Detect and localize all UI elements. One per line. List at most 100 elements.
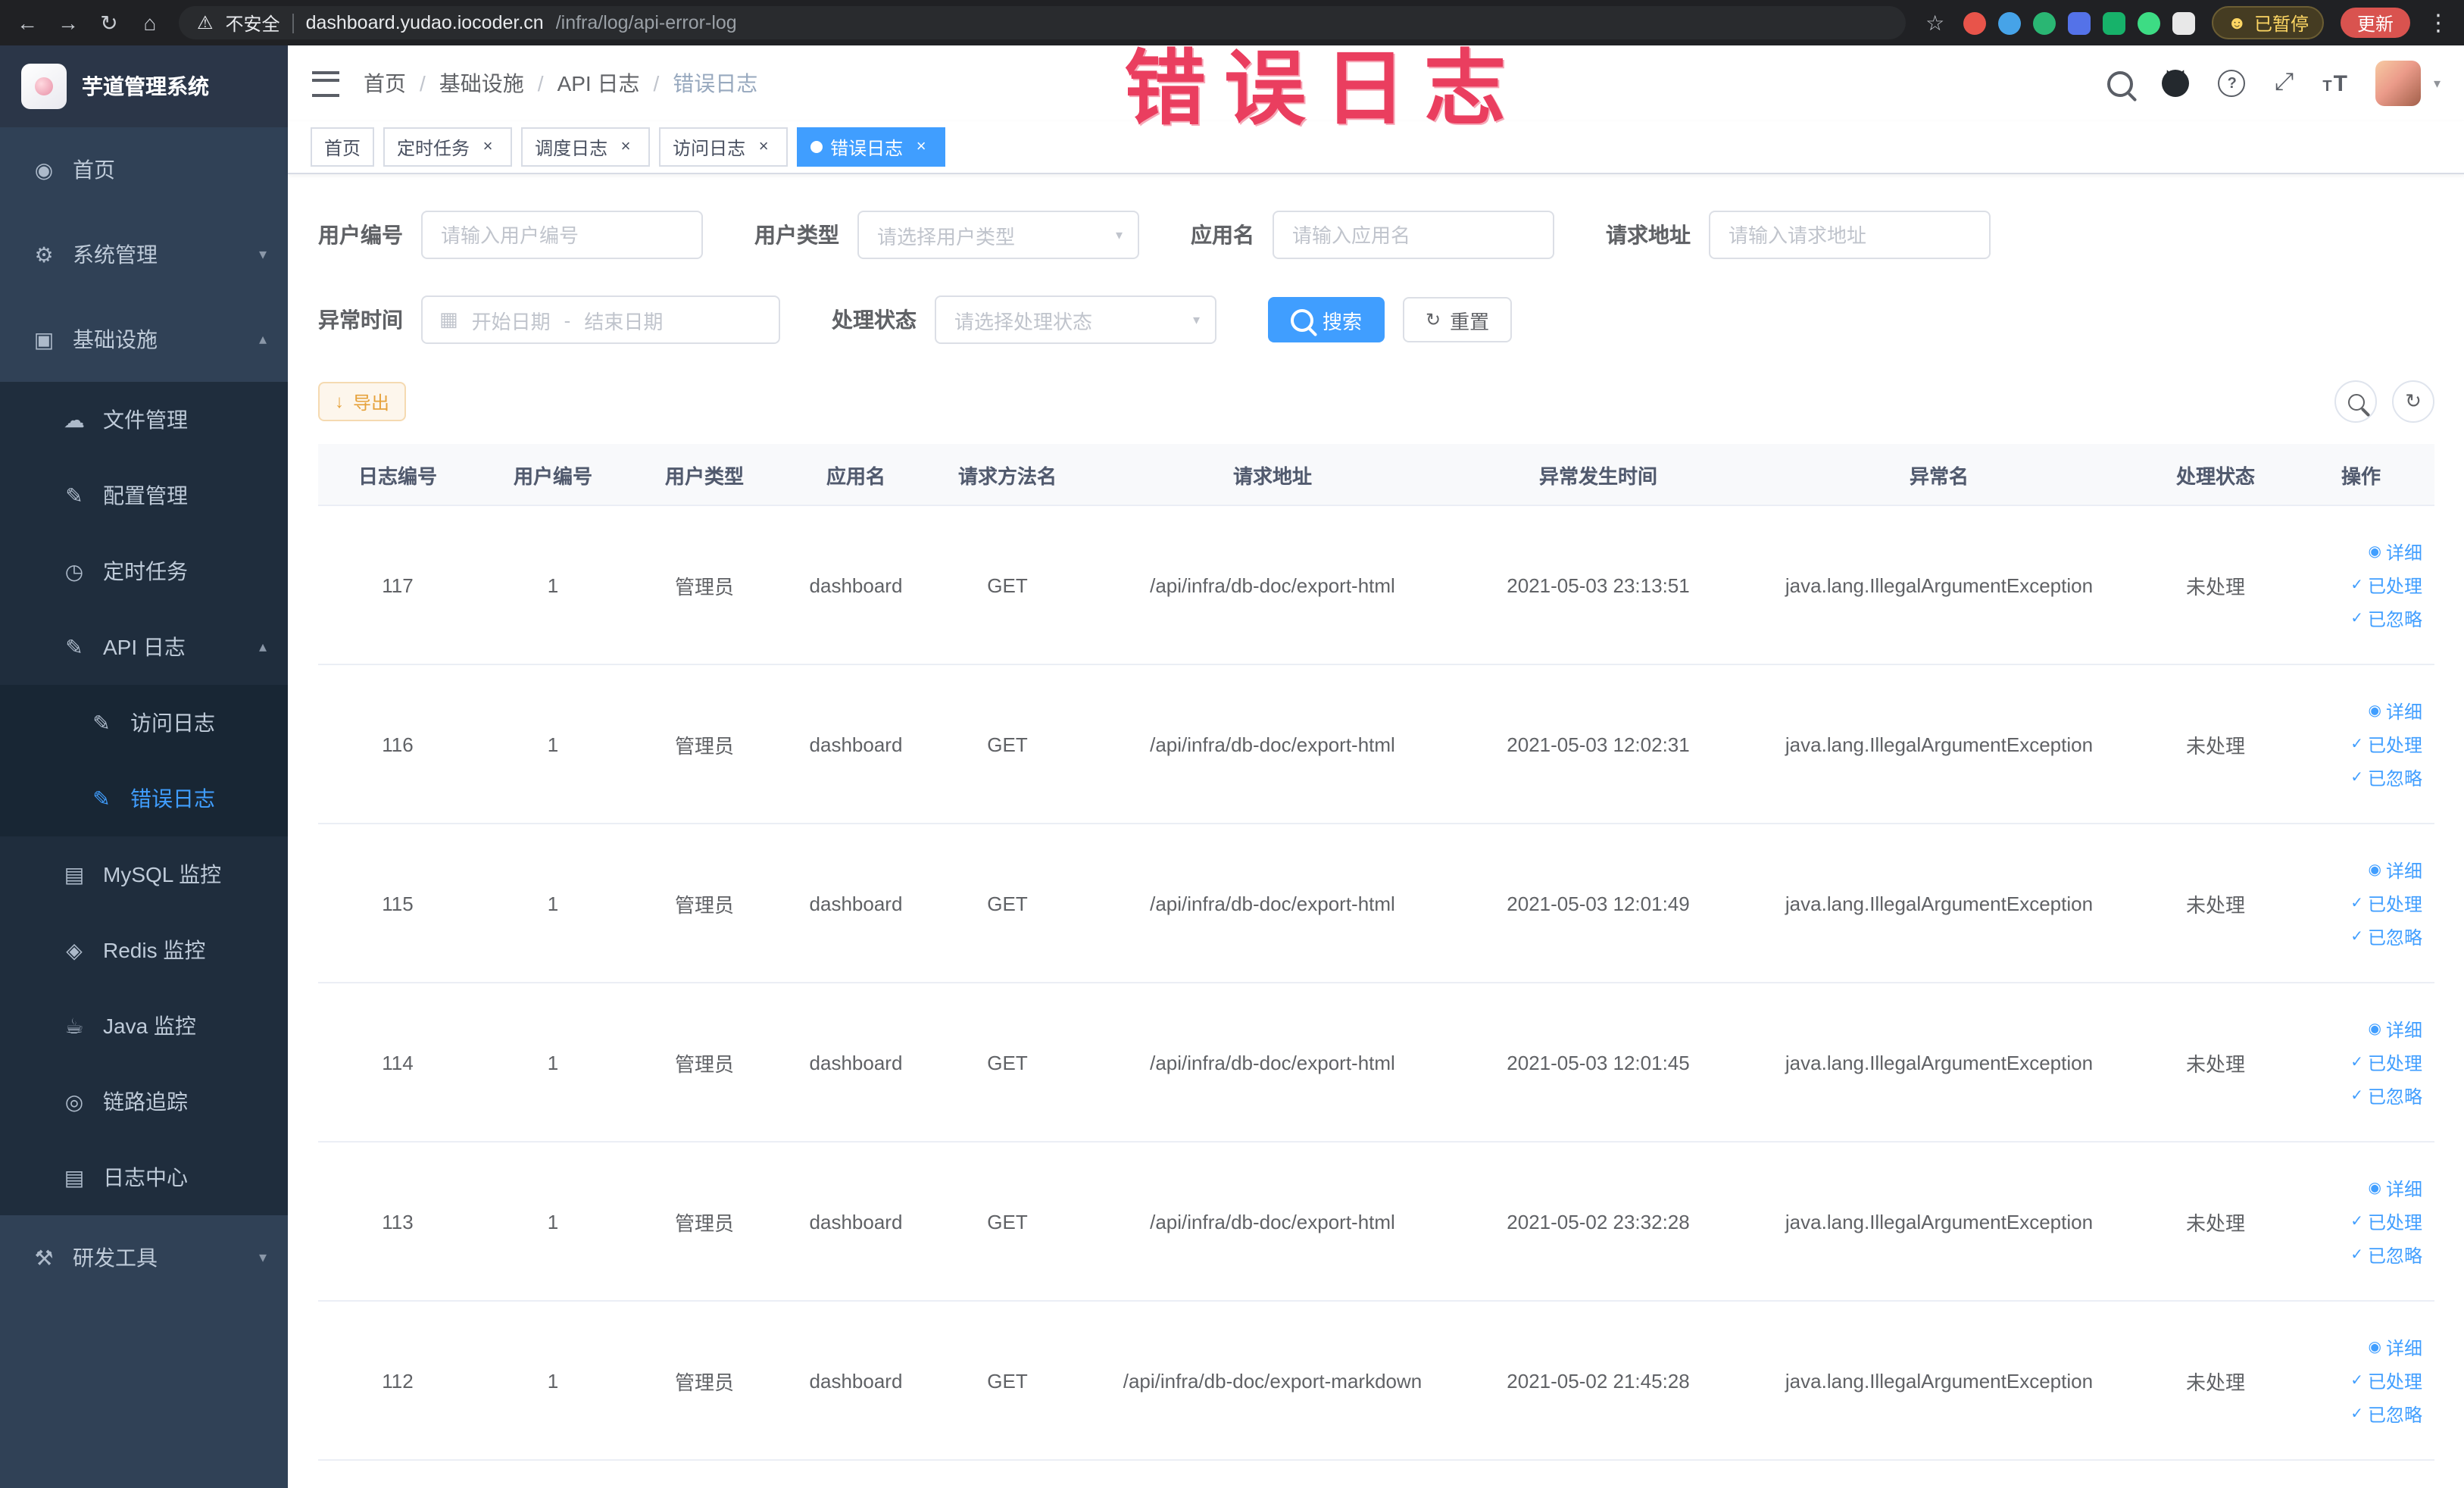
user-avatar[interactable] [2375, 61, 2422, 106]
action-mark-processed[interactable]: ✓ 已处理 [2350, 890, 2422, 916]
log-icon: ✎ [65, 634, 83, 658]
tab-home[interactable]: 首页 [311, 127, 375, 167]
close-icon[interactable]: × [753, 136, 774, 158]
cell-exception-name: java.lang.IllegalArgumentException [1785, 1051, 2094, 1074]
action-detail[interactable]: ◉ 详细 [2369, 539, 2423, 564]
refresh-icon: ↻ [2405, 389, 2422, 412]
avatar-caret-icon[interactable]: ▾ [2434, 75, 2441, 92]
app-title: 芋道管理系统 [82, 74, 209, 98]
reload-icon[interactable]: ↻ [97, 10, 121, 36]
user-id-input[interactable] [421, 211, 703, 259]
app-name-input[interactable] [1273, 211, 1554, 259]
cell-app-name: dashboard [809, 1210, 903, 1233]
sidebar-item-scheduled-jobs[interactable]: ◷ 定时任务 [0, 533, 288, 609]
sidebar-item-access-log[interactable]: ✎ 访问日志 [0, 685, 288, 761]
sidebar-item-file-mgmt[interactable]: ☁ 文件管理 [0, 382, 288, 458]
sidebar-item-system-mgmt[interactable]: ⚙ 系统管理 ▾ [0, 212, 288, 297]
column-header: 应用名 [826, 464, 885, 487]
action-mark-ignored[interactable]: ✓ 已忽略 [2350, 1083, 2422, 1108]
tab-schedule-log[interactable]: 调度日志 × [521, 127, 651, 167]
sidebar-item-dev-tools[interactable]: ⚒ 研发工具 ▾ [0, 1215, 288, 1300]
user-type-select[interactable]: 请选择用户类型 ▾ [857, 211, 1139, 259]
reset-button[interactable]: ↻ 重置 [1403, 297, 1513, 342]
sidebar-item-log-center[interactable]: ▤ 日志中心 [0, 1139, 288, 1215]
action-mark-ignored[interactable]: ✓ 已忽略 [2350, 1242, 2422, 1268]
font-size-icon[interactable]: TT [2322, 70, 2347, 96]
help-icon[interactable]: ? [2218, 70, 2246, 97]
toggle-search-button[interactable] [2334, 380, 2377, 423]
action-mark-ignored[interactable]: ✓ 已忽略 [2350, 605, 2422, 631]
chevron-down-icon: ▾ [258, 1249, 267, 1266]
search-icon[interactable] [2107, 70, 2134, 96]
extension-icon[interactable] [1963, 11, 1987, 34]
action-mark-processed[interactable]: ✓ 已处理 [2350, 1208, 2422, 1234]
filter-app-name: 应用名 [1191, 211, 1554, 259]
column-header: 请求方法名 [957, 464, 1057, 487]
home-icon[interactable]: ⌂ [138, 11, 162, 35]
action-mark-processed[interactable]: ✓ 已处理 [2350, 731, 2422, 757]
cell-status: 未处理 [2185, 1371, 2245, 1393]
extension-icon[interactable] [1998, 11, 2022, 34]
date-range-picker[interactable]: ▦ 开始日期 - 结束日期 [421, 295, 780, 344]
extension-icon[interactable] [2033, 11, 2056, 34]
action-detail[interactable]: ◉ 详细 [2369, 698, 2423, 724]
forward-icon[interactable]: → [56, 11, 80, 35]
tab-scheduled-jobs[interactable]: 定时任务 × [383, 127, 513, 167]
search-button[interactable]: 搜索 [1268, 297, 1385, 342]
refresh-table-button[interactable]: ↻ [2392, 380, 2434, 423]
extension-icon[interactable] [2172, 11, 2196, 34]
sidebar-item-api-logs[interactable]: ✎ API 日志 ▴ [0, 609, 288, 685]
action-mark-processed[interactable]: ✓ 已处理 [2350, 1049, 2422, 1075]
dashboard-icon: ◉ [34, 157, 54, 181]
profile-sync-paused-badge[interactable]: ☻ 已暂停 [2212, 6, 2324, 39]
breadcrumb-item[interactable]: 基础设施 [439, 68, 524, 98]
export-button[interactable]: ↓ 导出 [318, 382, 407, 421]
cell-exception-time: 2021-05-02 21:45:28 [1507, 1369, 1690, 1392]
filter-request-url: 请求地址 [1606, 211, 1991, 259]
action-detail[interactable]: ◉ 详细 [2369, 1334, 2423, 1360]
sidebar-item-error-log[interactable]: ✎ 错误日志 [0, 761, 288, 836]
download-icon: ↓ [335, 391, 344, 412]
browser-update-button[interactable]: 更新 [2340, 8, 2410, 38]
close-icon[interactable]: × [477, 136, 498, 158]
action-detail[interactable]: ◉ 详细 [2369, 857, 2423, 883]
sidebar-item-redis-monitor[interactable]: ◈ Redis 监控 [0, 912, 288, 988]
breadcrumb-item[interactable]: API 日志 [557, 68, 640, 98]
sidebar-item-mysql-monitor[interactable]: ▤ MySQL 监控 [0, 836, 288, 912]
extension-icon[interactable] [2138, 11, 2161, 34]
error-log-table: 日志编号 用户编号 用户类型 应用名 请求方法名 请求地址 异常发生时间 异常名 处理状态 操作 … [318, 444, 2434, 1461]
action-mark-ignored[interactable]: ✓ 已忽略 [2350, 1401, 2422, 1427]
action-mark-processed[interactable]: ✓ 已处理 [2350, 1368, 2422, 1393]
back-icon[interactable]: ← [15, 11, 39, 35]
bookmark-star-icon[interactable]: ☆ [1923, 10, 1947, 36]
action-detail[interactable]: ◉ 详细 [2369, 1016, 2423, 1042]
extension-icon[interactable] [2103, 11, 2126, 34]
sidebar-item-java-monitor[interactable]: ☕ Java 监控 [0, 988, 288, 1064]
browser-menu-icon[interactable]: ⋮ [2427, 9, 2450, 36]
tab-access-log[interactable]: 访问日志 × [659, 127, 789, 167]
action-detail[interactable]: ◉ 详细 [2369, 1175, 2423, 1201]
request-url-input[interactable] [1709, 211, 1991, 259]
close-icon[interactable]: × [615, 136, 636, 158]
action-mark-ignored[interactable]: ✓ 已忽略 [2350, 764, 2422, 790]
tab-error-log[interactable]: 错误日志 × [797, 127, 946, 167]
close-icon[interactable]: × [910, 136, 932, 158]
sidebar-item-home[interactable]: ◉ 首页 [0, 127, 288, 212]
cell-user-type: 管理员 [674, 1052, 734, 1075]
hamburger-icon[interactable] [312, 70, 339, 96]
status-select[interactable]: 请选择处理状态 ▾ [935, 295, 1216, 344]
date-separator: - [564, 308, 571, 331]
sidebar-item-trace[interactable]: ◎ 链路追踪 [0, 1064, 288, 1139]
github-icon[interactable] [2162, 70, 2190, 97]
fullscreen-icon[interactable]: ⤢ [2275, 70, 2294, 97]
sidebar-item-infrastructure[interactable]: ▣ 基础设施 ▴ [0, 297, 288, 382]
action-mark-processed[interactable]: ✓ 已处理 [2350, 572, 2422, 598]
address-bar[interactable]: ⚠ 不安全 dashboard.yudao.iocoder.cn/infra/l… [179, 6, 1907, 39]
breadcrumb-item[interactable]: 首页 [364, 68, 406, 98]
refresh-icon: ↻ [1426, 309, 1441, 330]
tools-icon: ⚒ [34, 1245, 54, 1269]
sidebar-item-config-mgmt[interactable]: ✎ 配置管理 [0, 458, 288, 533]
action-mark-ignored[interactable]: ✓ 已忽略 [2350, 924, 2422, 949]
extension-icon[interactable] [2068, 11, 2091, 34]
tab-label: 调度日志 [535, 137, 608, 158]
